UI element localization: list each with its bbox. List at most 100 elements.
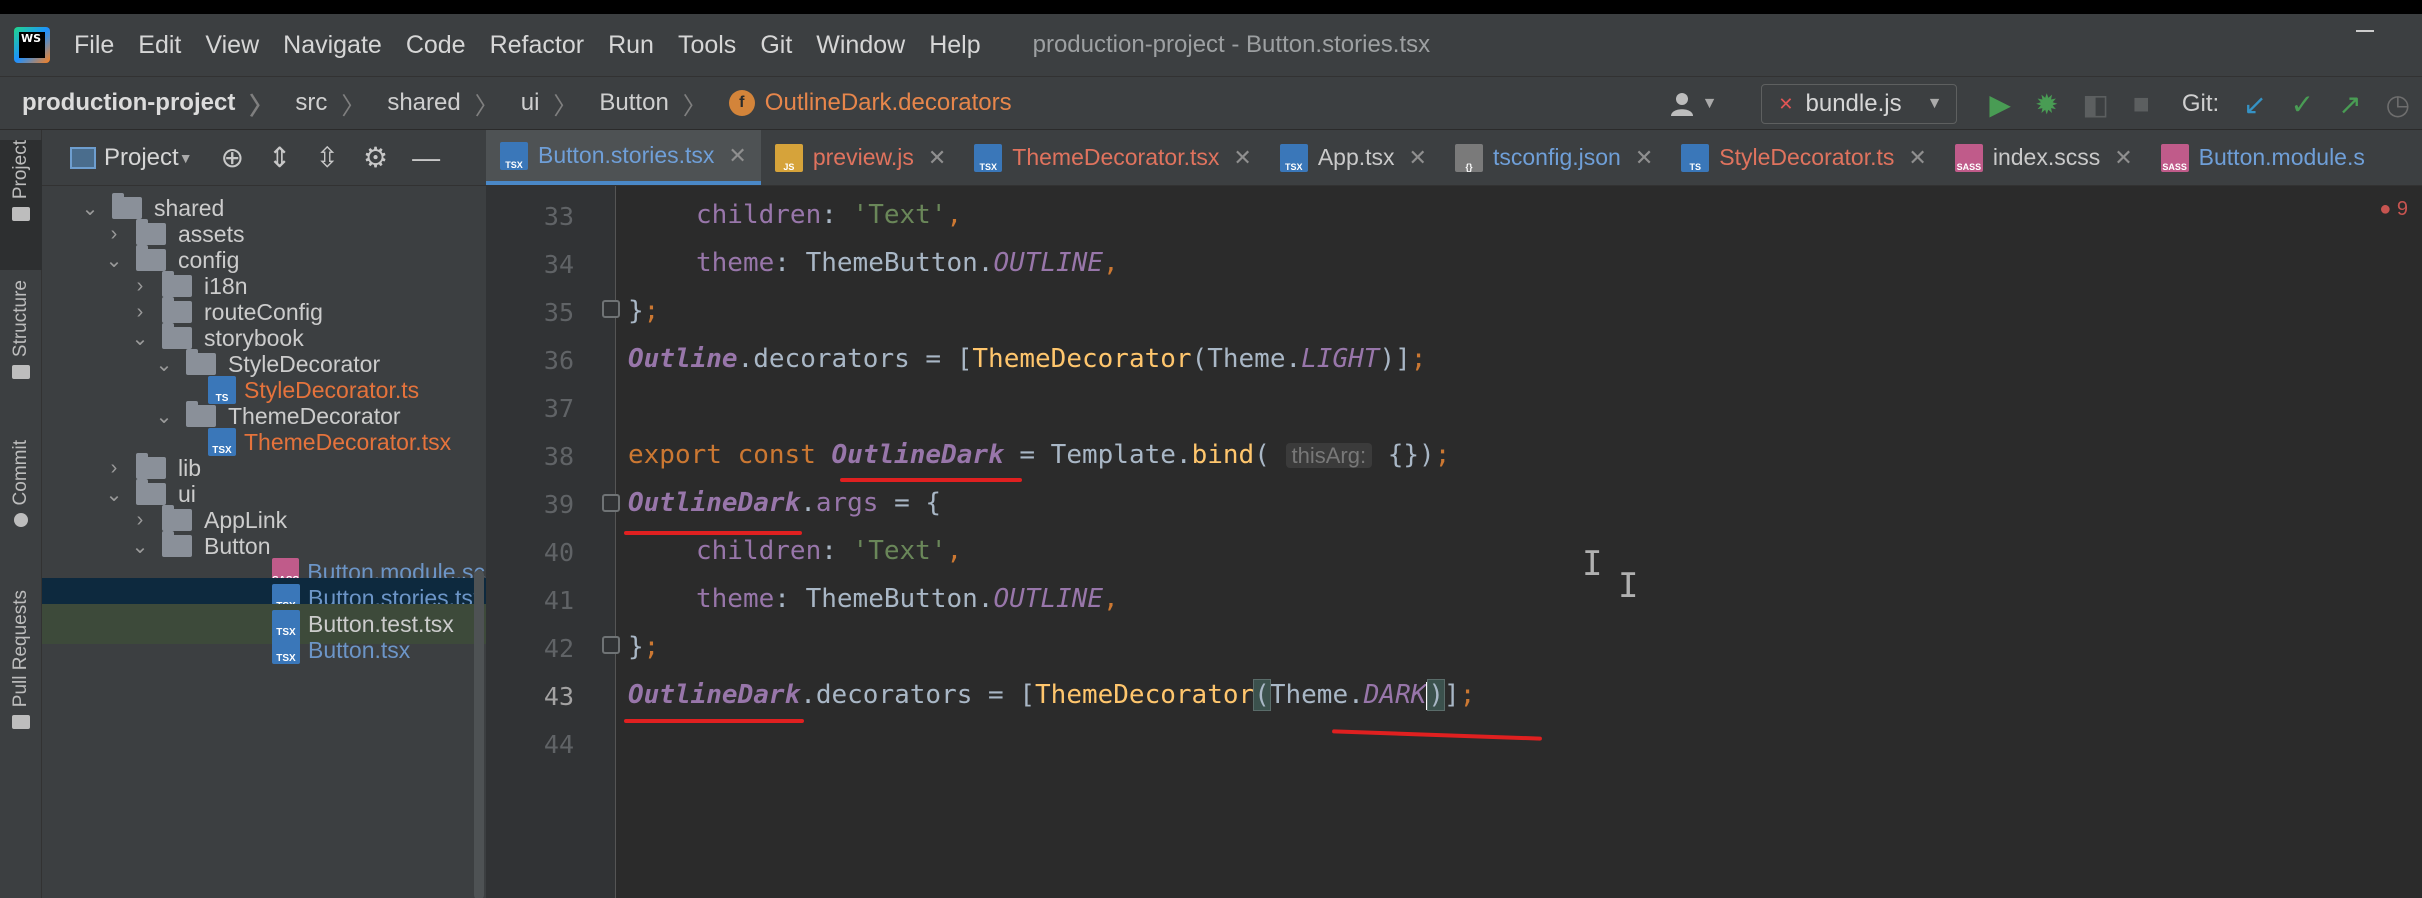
typescript-file-icon: TS [1681,143,1710,172]
menu-run[interactable]: Run [608,31,654,60]
annotation-underline [1331,729,1543,741]
line-number: 42 [543,634,574,663]
gear-icon[interactable]: ⚙ [363,141,388,174]
run-icon[interactable]: ▶ [1989,88,2011,121]
annotation-underline [624,719,804,723]
tab-themedecorator[interactable]: TSX ThemeDecorator.tsx ✕ [960,130,1266,185]
menu-tools[interactable]: Tools [678,31,736,60]
run-config-label: bundle.js [1805,90,1902,117]
tool-tab-structure[interactable]: Structure [0,280,42,410]
user-icon[interactable] [1668,90,1696,118]
minimize-icon[interactable] [2356,30,2374,32]
fold-marker-icon[interactable] [602,300,620,318]
tsx-file-icon: TSX [272,636,300,664]
error-x-icon: ✕ [1778,93,1794,114]
hide-icon[interactable]: — [412,142,440,174]
breadcrumb-button[interactable]: Button 〉 [577,86,706,121]
tool-tab-project[interactable]: Project [0,140,42,270]
line-number: 36 [543,346,574,375]
menu-refactor[interactable]: Refactor [490,31,584,60]
close-icon[interactable]: ✕ [1409,145,1427,171]
breadcrumb-src[interactable]: src 〉 [273,86,365,121]
text-cursor-icon: I [1618,566,1639,606]
code-editor[interactable]: 33 34 35 36 37 38 39 40 41 42 43 44 ● 9 … [486,186,2422,898]
run-configuration-select[interactable]: ✕ bundle.js ▼ [1761,84,1958,124]
line-number: 39 [543,490,574,519]
breadcrumb-project[interactable]: production-project 〉 [0,86,273,121]
breadcrumb-current[interactable]: f OutlineDark.decorators [707,89,1012,117]
project-scrollbar[interactable] [474,570,484,898]
window-title: production-project - Button.stories.tsx [1032,31,1431,58]
line-number: 41 [543,586,574,615]
tab-index-scss[interactable]: SASS index.scss ✕ [1941,130,2147,185]
debug-icon[interactable]: ✹ [2035,88,2058,121]
parameter-hint: thisArg: [1285,443,1373,468]
menu-bar: WS File Edit View Navigate Code Refactor… [0,14,2422,76]
menu-help[interactable]: Help [929,31,980,60]
field-icon: f [728,90,755,116]
js-file-icon: JS [774,143,803,172]
line-gutter: 33 34 35 36 37 38 39 40 41 42 43 44 [486,186,620,898]
menu-navigate[interactable]: Navigate [283,31,382,60]
code-line-33: children: 'Text', [696,200,963,230]
menu-git[interactable]: Git [760,31,792,60]
breadcrumb-shared[interactable]: shared 〉 [365,86,498,121]
sass-file-icon: SASS [2160,143,2189,172]
menu-view[interactable]: View [205,31,259,60]
navigation-bar: production-project 〉 src 〉 shared 〉 ui 〉 But… [0,76,2422,130]
stop-icon[interactable]: ■ [2133,88,2150,120]
close-icon[interactable]: ✕ [928,145,946,171]
git-push-icon[interactable]: ↗ [2338,88,2361,121]
tree-item-button-tsx[interactable]: TSX Button.tsx [42,630,486,670]
close-icon[interactable]: ✕ [1908,145,1926,171]
chevron-down-icon[interactable]: ▼ [1702,95,1718,113]
close-icon[interactable]: ✕ [1233,145,1251,171]
menu-window[interactable]: Window [816,31,905,60]
locate-icon[interactable]: ⊕ [221,141,244,174]
code-line-40: children: 'Text', [696,536,963,566]
collapse-all-icon[interactable]: ⇳ [316,141,339,174]
line-number: 44 [543,730,574,759]
line-number: 38 [543,442,574,471]
close-icon[interactable]: ✕ [1635,145,1653,171]
project-view-icon [70,146,96,169]
menu-edit[interactable]: Edit [138,31,181,60]
tab-button-stories[interactable]: TSX Button.stories.tsx ✕ [486,130,761,185]
close-icon[interactable]: ✕ [728,143,746,169]
annotation-underline [624,531,802,535]
fold-marker-icon[interactable] [602,494,620,512]
tab-styledecorator[interactable]: TS StyleDecorator.ts ✕ [1667,130,1941,185]
problems-indicator[interactable]: ● 9 [2379,198,2408,221]
git-history-icon[interactable]: ◷ [2386,88,2410,121]
webstorm-logo-icon: WS [14,27,50,63]
project-panel-title[interactable]: Project [104,144,179,172]
sass-file-icon: SASS [1954,143,1983,172]
expand-all-icon[interactable]: ⇕ [268,141,291,174]
breadcrumb-ui[interactable]: ui 〉 [499,86,578,121]
tab-tsconfig[interactable]: {} tsconfig.json ✕ [1441,130,1667,185]
tool-tab-pull-requests[interactable]: Pull Requests [0,590,42,760]
menu-file[interactable]: File [74,31,114,60]
menu-code[interactable]: Code [406,31,466,60]
folder-icon [12,207,30,222]
tab-button-module[interactable]: SASS Button.module.s [2147,130,2379,185]
tool-window-strip: Project Structure Commit Pull Requests [0,130,42,898]
close-icon[interactable]: ✕ [2114,145,2132,171]
tsx-file-icon: TSX [1279,143,1308,172]
code-line-38: export const OutlineDark = Template.bind… [628,440,1451,470]
structure-icon [12,365,30,380]
project-panel: Project ▼ ⊕ ⇕ ⇳ ⚙ — ⌄ shared › assets ⌄ con… [42,130,486,898]
pull-request-icon [12,715,30,730]
git-update-icon[interactable]: ↙ [2243,88,2266,121]
tool-tab-commit[interactable]: Commit [0,440,42,540]
fold-marker-icon[interactable] [602,636,620,654]
chevron-down-icon[interactable]: ▼ [179,150,193,166]
tab-preview-js[interactable]: JS preview.js ✕ [761,130,960,185]
text-cursor-icon: I [1582,544,1603,584]
coverage-icon[interactable]: ◧ [2082,88,2108,121]
code-line-35: }; [628,296,660,326]
top-black-strip [0,0,2422,14]
tab-app-tsx[interactable]: TSX App.tsx ✕ [1266,130,1441,185]
line-number: 37 [543,394,574,423]
git-commit-icon[interactable]: ✓ [2291,88,2314,121]
